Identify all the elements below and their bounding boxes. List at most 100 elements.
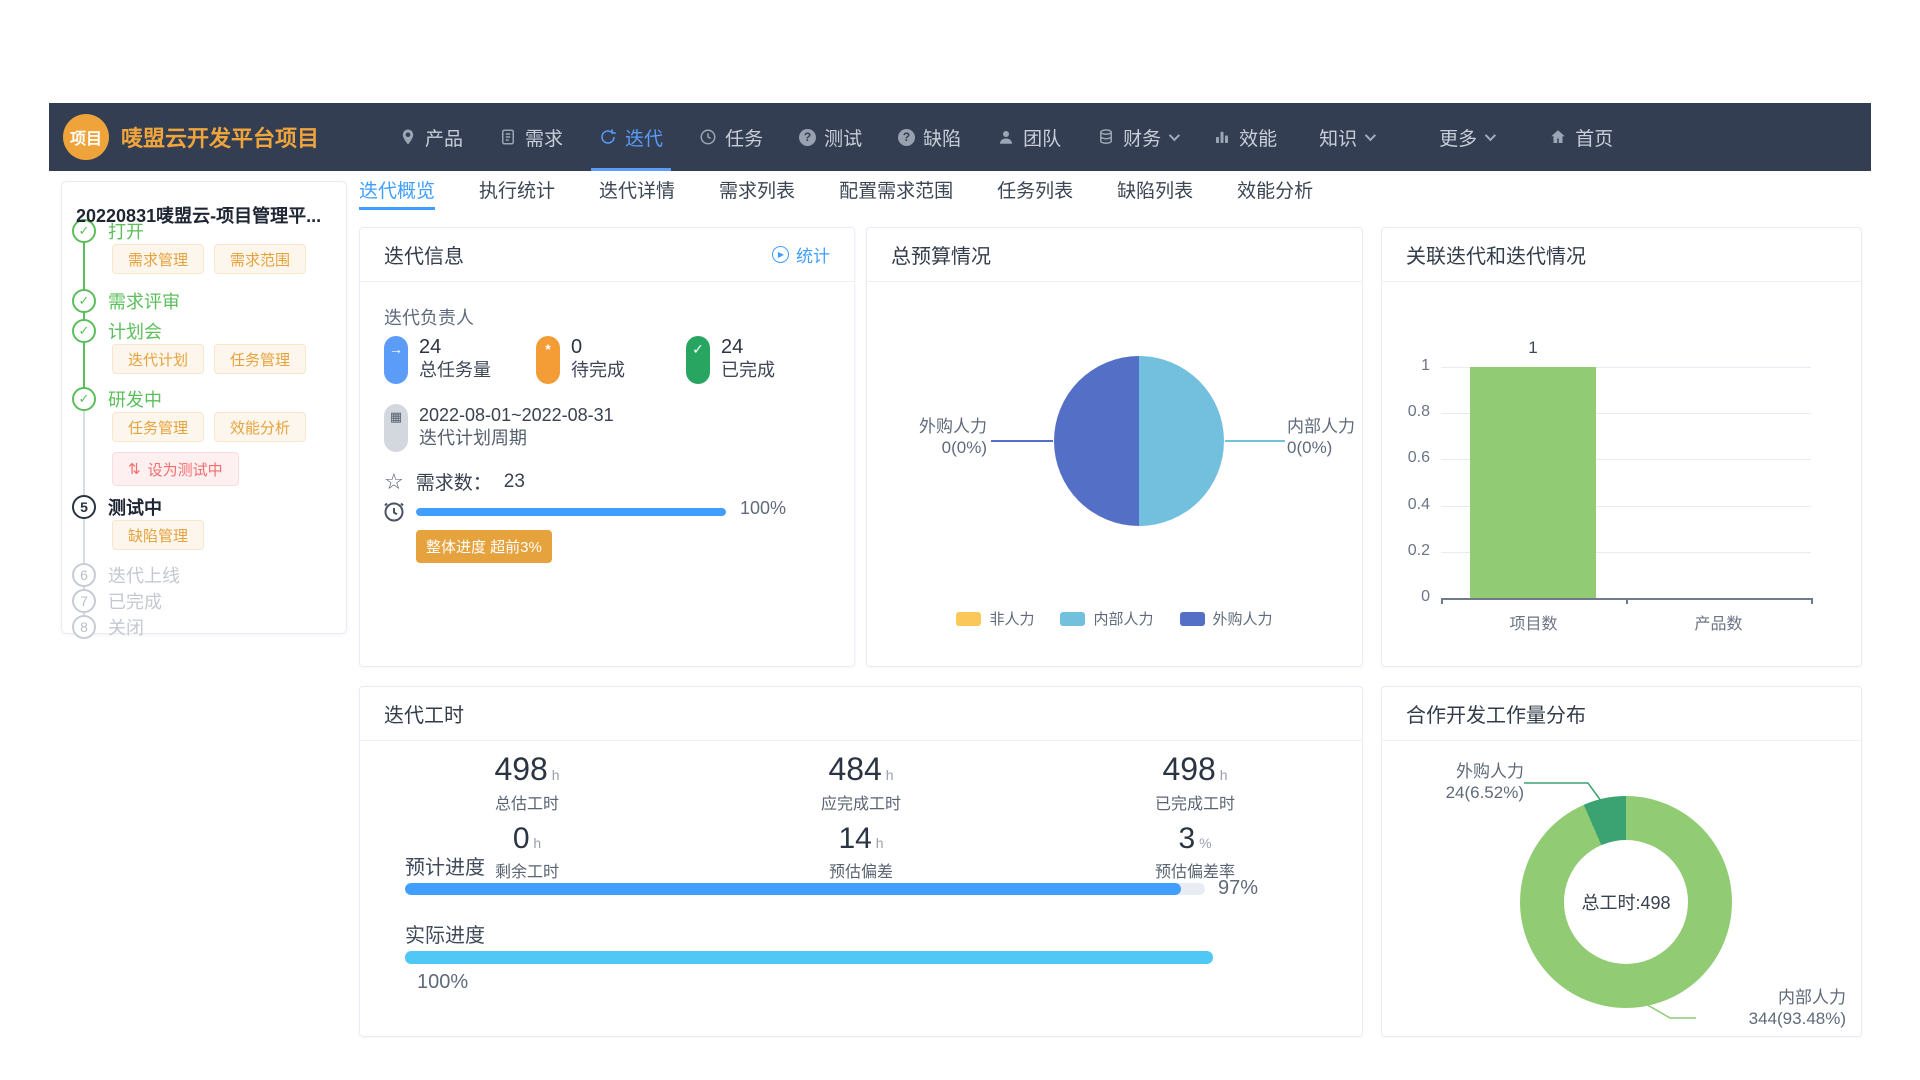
legend-swatch <box>956 612 981 626</box>
nav-item-finance[interactable]: 财务 <box>1079 103 1195 171</box>
database-icon <box>1097 128 1115 146</box>
nav-item-tasks[interactable]: 任务 <box>681 103 781 171</box>
step-review: ✓ 需求评审 <box>72 288 338 314</box>
nav-item-more[interactable]: 更多 <box>1421 103 1511 171</box>
task-manage-button[interactable]: 任务管理 <box>214 344 306 374</box>
nav-label: 首页 <box>1575 124 1613 151</box>
tab-task-list[interactable]: 任务列表 <box>997 176 1073 208</box>
arrow-pill-icon: → <box>384 336 408 384</box>
stat-pending: * 0 待完成 <box>536 336 625 384</box>
overall-clock-icon <box>382 500 406 529</box>
nav-item-knowledge[interactable]: 知识 <box>1301 103 1391 171</box>
nav-label: 需求 <box>525 124 563 151</box>
task-manage-button[interactable]: 任务管理 <box>112 412 204 442</box>
y-tick: 1 <box>1386 357 1430 375</box>
document-icon <box>499 128 517 146</box>
nav-label: 财务 <box>1123 124 1161 151</box>
check-circle-icon: ✓ <box>72 319 96 343</box>
step-number-circle: 6 <box>72 563 96 587</box>
legend-item[interactable]: 外购人力 <box>1180 608 1273 629</box>
budget-pie[interactable] <box>1054 356 1224 526</box>
nav-item-defects[interactable]: ? 缺陷 <box>880 103 979 171</box>
sort-arrows-icon: ⇅ <box>128 460 141 478</box>
actual-progress-track <box>405 951 1213 964</box>
related-iteration-card: 关联迭代和迭代情况 1 0.8 0.6 0.4 0.2 0 1 项目数 产品数 <box>1381 227 1862 667</box>
stat-label: 已完成 <box>721 358 775 382</box>
step-number-circle: 5 <box>72 495 96 519</box>
hours-stat-col: 484 h 应完成工时 14 h 预估偏差 <box>694 751 1028 882</box>
card-title: 总预算情况 <box>891 240 991 269</box>
iteration-hours-card: 迭代工时 498 h 总估工时 0 h 剩余工时 484 h 应完成工时 14 … <box>359 686 1363 1037</box>
hours-stats-row: 498 h 总估工时 0 h 剩余工时 484 h 应完成工时 14 h 预估偏… <box>360 751 1362 882</box>
step-label: 迭代上线 <box>108 562 180 588</box>
tab-defect-list[interactable]: 缺陷列表 <box>1117 176 1193 208</box>
tab-overview[interactable]: 迭代概览 <box>359 176 435 208</box>
tab-exec-stats[interactable]: 执行统计 <box>479 176 555 208</box>
nav-item-home[interactable]: 首页 <box>1531 103 1631 171</box>
step-label: 已完成 <box>108 588 162 614</box>
nav-item-iteration[interactable]: 迭代 <box>581 103 681 171</box>
bar-value-label: 1 <box>1470 338 1596 358</box>
question-icon: ? <box>898 129 915 146</box>
y-tick: 0.4 <box>1386 496 1430 514</box>
donut-label-internal: 内部人力 344(93.48%) <box>1696 987 1846 1029</box>
planned-progress-text: 97% <box>1218 877 1258 900</box>
budget-legend: 非人力 内部人力 外购人力 <box>867 608 1362 629</box>
tab-performance[interactable]: 效能分析 <box>1237 176 1313 208</box>
step-developing-transition: ⇅ 设为测试中 <box>112 452 239 486</box>
statistics-link[interactable]: ▶ 统计 <box>772 242 830 267</box>
planned-progress-fill <box>405 883 1181 895</box>
actual-progress-fill <box>405 951 1213 964</box>
home-icon <box>1549 128 1567 146</box>
set-testing-label: 设为测试中 <box>148 459 223 480</box>
nav-item-test[interactable]: ? 测试 <box>781 103 880 171</box>
tab-requirement-list[interactable]: 需求列表 <box>719 176 795 208</box>
play-circle-icon: ▶ <box>772 246 789 263</box>
period-row: ▦ 2022-08-01~2022-08-31 迭代计划周期 <box>384 404 614 452</box>
performance-analysis-button[interactable]: 效能分析 <box>214 412 306 442</box>
iteration-plan-button[interactable]: 迭代计划 <box>112 344 204 374</box>
requirement-manage-button[interactable]: 需求管理 <box>112 244 204 274</box>
y-tick: 0.2 <box>1386 542 1430 560</box>
card-title: 迭代信息 <box>384 240 464 269</box>
period-label: 迭代计划周期 <box>419 426 614 450</box>
card-title: 迭代工时 <box>384 699 464 728</box>
demand-row: ☆ 需求数： 23 <box>384 468 525 495</box>
nav-item-product[interactable]: 产品 <box>381 103 481 171</box>
calendar-icon: ▦ <box>384 404 408 452</box>
nav-label: 知识 <box>1319 124 1357 151</box>
check-circle-icon: ✓ <box>72 289 96 313</box>
donut-hole: 总工时:498 <box>1564 840 1688 964</box>
statistics-label: 统计 <box>796 242 830 267</box>
legend-item[interactable]: 非人力 <box>956 608 1034 629</box>
tab-scope-config[interactable]: 配置需求范围 <box>839 176 953 208</box>
overall-progress-badge: 整体进度 超前3% <box>416 530 552 563</box>
sidebar-project-title[interactable]: 20220831唛盟云-项目管理平... <box>76 202 338 228</box>
nav-label: 团队 <box>1023 124 1061 151</box>
tab-detail[interactable]: 迭代详情 <box>599 176 675 208</box>
owner-label: 迭代负责人 <box>384 304 474 330</box>
nav-item-team[interactable]: 团队 <box>979 103 1079 171</box>
workload-donut[interactable]: 总工时:498 <box>1520 796 1732 1008</box>
demand-label: 需求数： <box>416 468 492 495</box>
defect-manage-button[interactable]: 缺陷管理 <box>112 520 204 550</box>
nav-item-performance[interactable]: 效能 <box>1195 103 1295 171</box>
nav-label: 缺陷 <box>923 124 961 151</box>
legend-swatch <box>1060 612 1085 626</box>
requirement-scope-button[interactable]: 需求范围 <box>214 244 306 274</box>
nav-item-requirements[interactable]: 需求 <box>481 103 581 171</box>
nav-label: 迭代 <box>625 124 663 151</box>
actual-progress-label: 实际进度 <box>405 919 485 948</box>
bar-0[interactable] <box>1470 367 1596 598</box>
x-tick <box>1441 598 1443 604</box>
main-nav: 产品 需求 迭代 任务 ? 测试 ? 缺陷 团队 财务 <box>381 103 1631 171</box>
legend-item[interactable]: 内部人力 <box>1060 608 1153 629</box>
x-tick <box>1811 598 1813 604</box>
stat-total-tasks: → 24 总任务量 <box>384 336 491 384</box>
nav-label: 任务 <box>725 124 763 151</box>
iteration-info-card: 迭代信息 ▶ 统计 迭代负责人 → 24 总任务量 * 0 待完成 ✓ 24 已… <box>359 227 855 667</box>
workflow-sidebar: 20220831唛盟云-项目管理平... ✓ 打开 需求管理 需求范围 ✓ 需求… <box>61 181 347 634</box>
set-testing-button[interactable]: ⇅ 设为测试中 <box>112 452 239 486</box>
spinner-pill-icon: * <box>536 336 560 384</box>
y-tick: 0.6 <box>1386 449 1430 467</box>
